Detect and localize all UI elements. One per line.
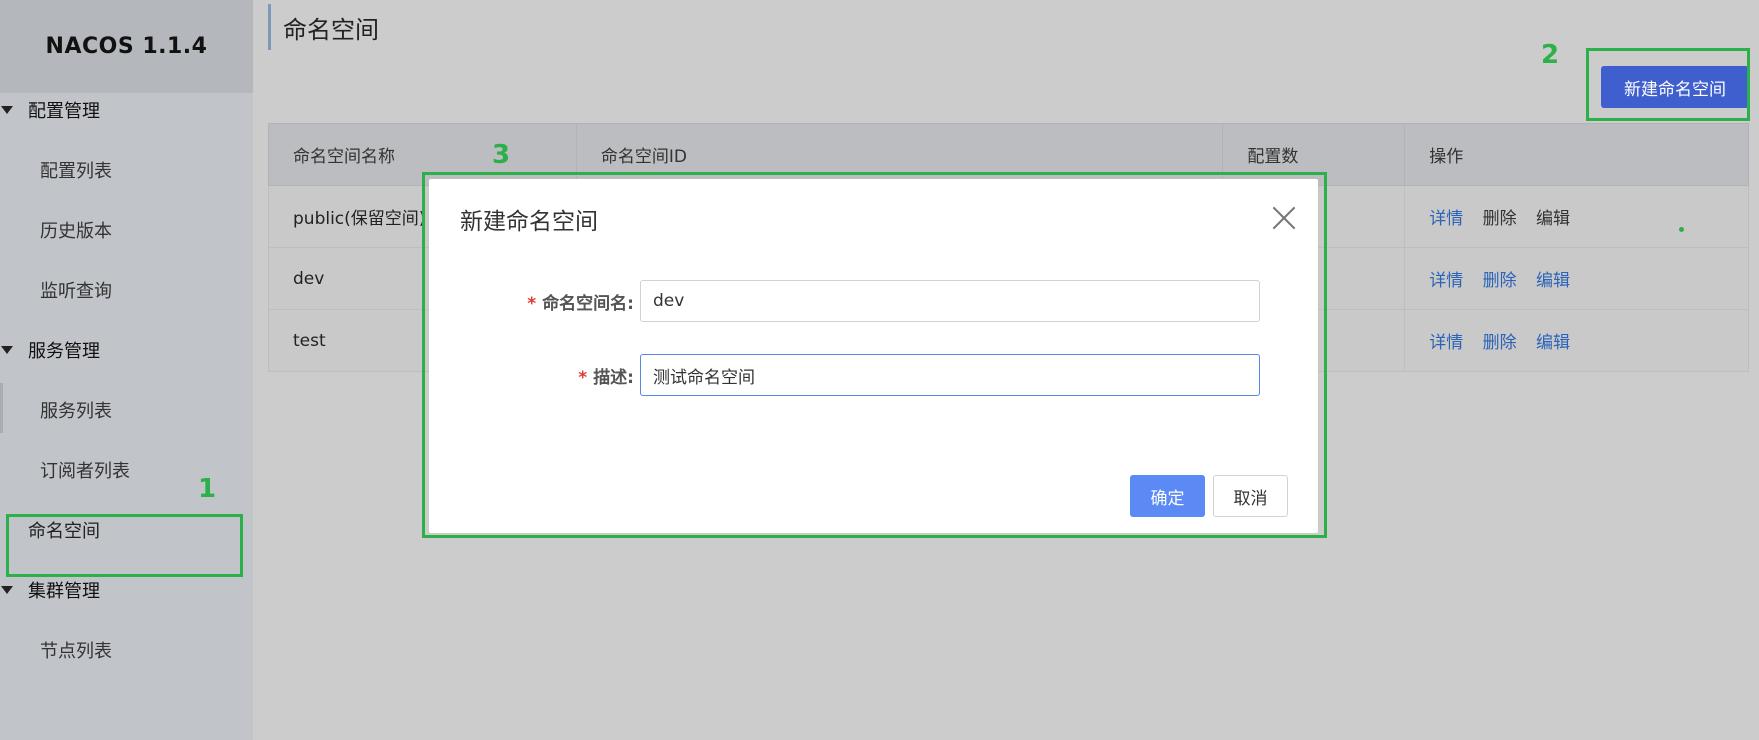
delete-link[interactable]: 删除: [1483, 209, 1517, 229]
sidebar-item-history[interactable]: 历史版本: [0, 210, 253, 250]
app-logo: NACOS 1.1.4: [0, 0, 253, 93]
delete-link[interactable]: 删除: [1483, 271, 1517, 291]
column-header-actions: 操作: [1404, 123, 1749, 186]
nav-group-label: 服务管理: [28, 341, 100, 362]
nav-group-label: 集群管理: [28, 581, 100, 602]
annotation-box-2: [1586, 48, 1750, 121]
edit-link[interactable]: 编辑: [1536, 333, 1570, 353]
annotation-number-2: 2: [1541, 40, 1560, 70]
actions-cell: 详情 删除 编辑: [1404, 309, 1749, 372]
nav-group-label: 配置管理: [28, 101, 100, 122]
actions-cell: 详情 删除 编辑: [1404, 247, 1749, 310]
sidebar-item-listener-query[interactable]: 监听查询: [0, 270, 253, 310]
detail-link[interactable]: 详情: [1429, 209, 1463, 229]
nav-group-service[interactable]: 服务管理: [0, 330, 100, 370]
annotation-dot: [1679, 227, 1684, 232]
sidebar-item-config-list[interactable]: 配置列表: [0, 150, 253, 190]
page-title: 命名空间: [268, 4, 379, 50]
actions-cell: 详情 删除 编辑: [1404, 185, 1749, 248]
sidebar-item-service-list[interactable]: 服务列表: [0, 390, 253, 430]
delete-link[interactable]: 删除: [1483, 333, 1517, 353]
annotation-box-1: [6, 514, 243, 577]
sidebar-item-node-list[interactable]: 节点列表: [0, 630, 253, 670]
annotation-number-3: 3: [492, 140, 511, 170]
caret-down-icon: [1, 106, 13, 114]
nav-group-config[interactable]: 配置管理: [0, 90, 100, 130]
edit-link[interactable]: 编辑: [1536, 271, 1570, 291]
detail-link[interactable]: 详情: [1429, 271, 1463, 291]
edit-link[interactable]: 编辑: [1536, 209, 1570, 229]
detail-link[interactable]: 详情: [1429, 333, 1463, 353]
annotation-box-3: [422, 172, 1327, 538]
caret-down-icon: [1, 586, 13, 594]
annotation-number-1: 1: [198, 474, 217, 504]
sidebar: NACOS 1.1.4 配置管理 配置列表 历史版本 监听查询 服务管理 服务列…: [0, 0, 253, 740]
caret-down-icon: [1, 346, 13, 354]
